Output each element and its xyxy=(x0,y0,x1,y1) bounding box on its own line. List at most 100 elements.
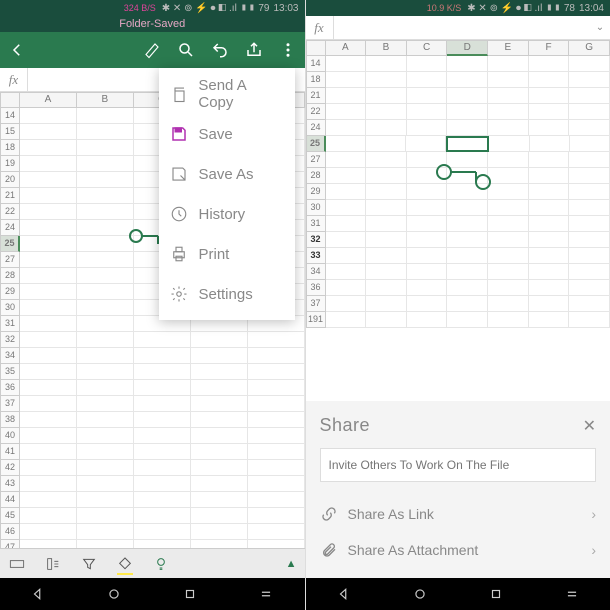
row-header[interactable]: 22 xyxy=(306,104,326,120)
row-header[interactable]: 21 xyxy=(0,188,20,204)
cell[interactable] xyxy=(488,312,529,328)
bulb-icon[interactable] xyxy=(152,555,170,573)
row-header[interactable]: 29 xyxy=(306,184,326,200)
cell[interactable] xyxy=(191,540,248,548)
row-header[interactable]: 47 xyxy=(0,540,20,548)
cell[interactable] xyxy=(488,200,529,216)
invite-input[interactable] xyxy=(320,448,597,482)
cell[interactable] xyxy=(248,396,305,412)
cell[interactable] xyxy=(407,72,448,88)
cell[interactable] xyxy=(407,280,448,296)
cell[interactable] xyxy=(20,476,77,492)
nav-extra[interactable] xyxy=(564,586,580,602)
row-header[interactable]: 25 xyxy=(306,136,326,152)
cell[interactable] xyxy=(529,248,570,264)
cell[interactable] xyxy=(569,296,610,312)
nav-recent[interactable] xyxy=(488,586,504,602)
column-header[interactable]: E xyxy=(488,40,529,56)
cell[interactable] xyxy=(366,120,407,136)
chevron-down-icon[interactable]: ⌄ xyxy=(590,22,610,33)
cell[interactable] xyxy=(407,56,448,72)
cell[interactable] xyxy=(20,140,77,156)
cell[interactable] xyxy=(20,508,77,524)
column-header[interactable]: A xyxy=(326,40,367,56)
cell[interactable] xyxy=(20,108,77,124)
column-header[interactable]: A xyxy=(20,92,77,108)
cell[interactable] xyxy=(77,204,134,220)
menu-settings[interactable]: Settings xyxy=(159,274,295,314)
cell[interactable] xyxy=(407,184,448,200)
cell[interactable] xyxy=(134,380,191,396)
cell[interactable] xyxy=(447,232,488,248)
cell[interactable] xyxy=(569,88,610,104)
cell[interactable] xyxy=(529,216,570,232)
cell[interactable] xyxy=(569,168,610,184)
menu-print[interactable]: Print xyxy=(159,234,295,274)
cell[interactable] xyxy=(20,156,77,172)
cell[interactable] xyxy=(529,104,570,120)
cell[interactable] xyxy=(407,264,448,280)
cell[interactable] xyxy=(569,120,610,136)
cell[interactable] xyxy=(134,508,191,524)
row-header[interactable]: 27 xyxy=(306,152,326,168)
cell[interactable] xyxy=(488,184,529,200)
cell[interactable] xyxy=(20,428,77,444)
fill-icon[interactable] xyxy=(116,555,134,573)
cell[interactable] xyxy=(569,104,610,120)
row-header[interactable]: 19 xyxy=(0,156,20,172)
row-header[interactable]: 191 xyxy=(306,312,326,328)
cell[interactable] xyxy=(20,380,77,396)
row-header[interactable]: 30 xyxy=(0,300,20,316)
select-all-corner[interactable] xyxy=(0,92,20,108)
cell[interactable] xyxy=(326,72,367,88)
cell[interactable] xyxy=(569,200,610,216)
cell[interactable] xyxy=(569,216,610,232)
cell[interactable] xyxy=(326,56,367,72)
share-as-attachment[interactable]: Share As Attachment › xyxy=(320,532,597,568)
cell[interactable] xyxy=(191,396,248,412)
cell[interactable] xyxy=(488,104,529,120)
pen-icon[interactable] xyxy=(143,41,161,59)
cell[interactable] xyxy=(191,524,248,540)
cell[interactable] xyxy=(447,152,488,168)
row-header[interactable]: 36 xyxy=(0,380,20,396)
share-as-link[interactable]: Share As Link › xyxy=(320,496,597,532)
cell[interactable] xyxy=(20,460,77,476)
menu-history[interactable]: History xyxy=(159,194,295,234)
row-header[interactable]: 18 xyxy=(0,140,20,156)
column-header[interactable]: D xyxy=(447,40,488,56)
row-header[interactable]: 36 xyxy=(306,280,326,296)
cell[interactable] xyxy=(366,216,407,232)
cell[interactable] xyxy=(77,108,134,124)
cell[interactable] xyxy=(447,296,488,312)
cell[interactable] xyxy=(20,540,77,548)
cell[interactable] xyxy=(77,156,134,172)
cell[interactable] xyxy=(569,56,610,72)
cell[interactable] xyxy=(248,540,305,548)
row-header[interactable]: 38 xyxy=(0,412,20,428)
cell[interactable] xyxy=(20,124,77,140)
cell[interactable] xyxy=(248,508,305,524)
menu-save-as[interactable]: Save As xyxy=(159,154,295,194)
cell[interactable] xyxy=(530,136,570,152)
cell[interactable] xyxy=(326,168,367,184)
row-header[interactable]: 15 xyxy=(0,124,20,140)
cell[interactable] xyxy=(488,56,529,72)
cell[interactable] xyxy=(326,280,367,296)
column-header[interactable]: B xyxy=(77,92,134,108)
column-header[interactable]: F xyxy=(529,40,570,56)
cell[interactable] xyxy=(77,316,134,332)
cell[interactable] xyxy=(248,460,305,476)
cell[interactable] xyxy=(326,216,367,232)
row-header[interactable]: 28 xyxy=(0,268,20,284)
cell[interactable] xyxy=(77,188,134,204)
cell[interactable] xyxy=(446,136,489,152)
cell[interactable] xyxy=(248,428,305,444)
cell[interactable] xyxy=(488,72,529,88)
cell[interactable] xyxy=(529,184,570,200)
cell[interactable] xyxy=(20,236,77,252)
cell[interactable] xyxy=(529,296,570,312)
cell[interactable] xyxy=(77,268,134,284)
cell[interactable] xyxy=(77,508,134,524)
cell[interactable] xyxy=(77,396,134,412)
